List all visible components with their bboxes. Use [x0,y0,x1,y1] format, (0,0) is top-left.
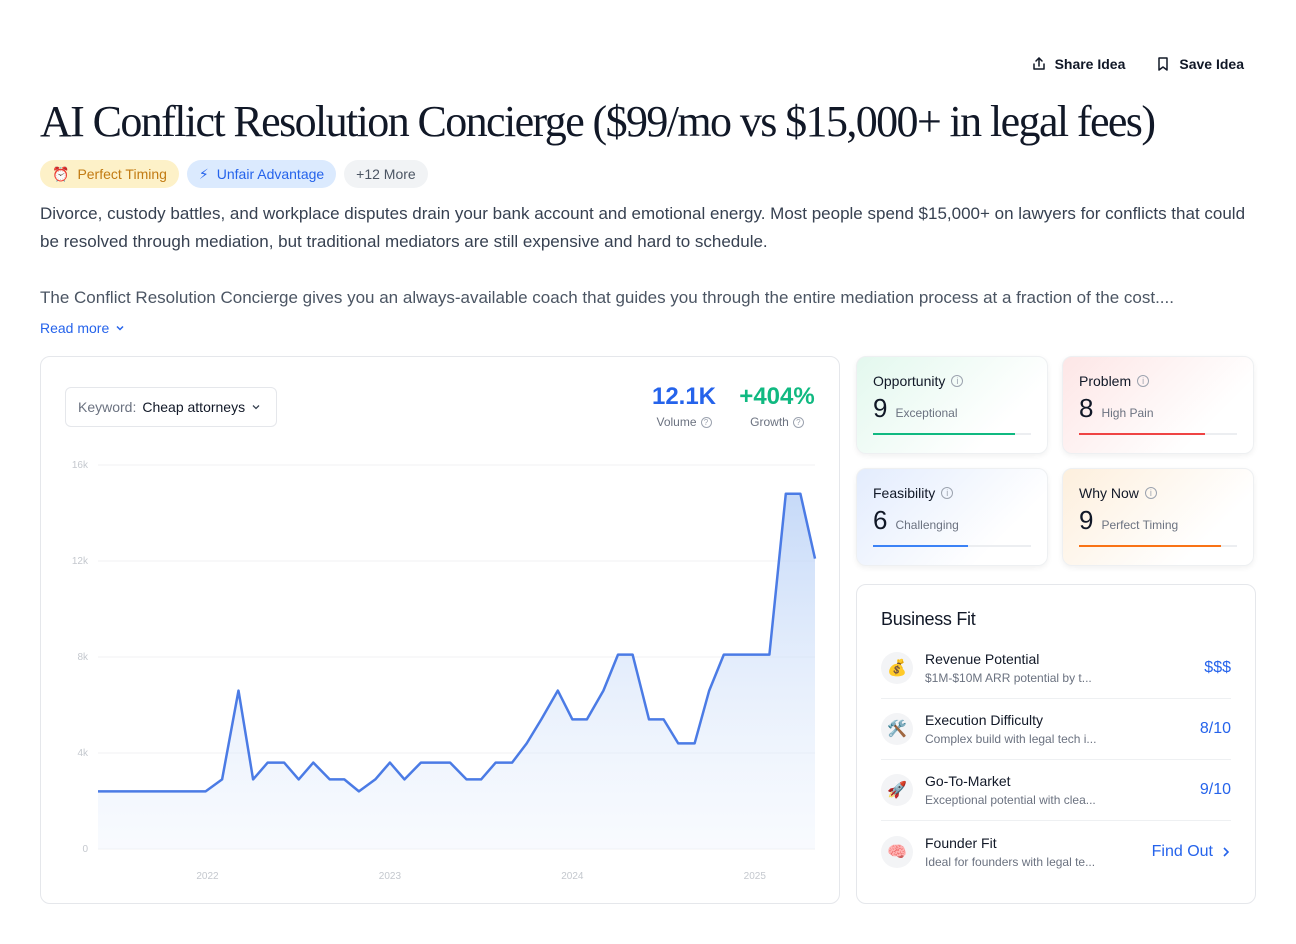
business-fit-card: Business Fit 💰 Revenue Potential $1M-$10… [856,584,1256,904]
x-tick-label: 2024 [561,871,584,882]
score-card-problem[interactable]: Problem i 8 High Pain [1062,356,1254,454]
brain-icon: 🧠 [881,835,913,868]
score-desc: Exceptional [895,406,958,420]
save-idea-label: Save Idea [1179,56,1244,72]
row-value-text: Find Out [1151,842,1213,860]
chevron-down-icon [116,325,124,331]
money-bag-icon: 💰 [881,652,913,684]
tools-icon: 🛠️ [881,713,913,745]
business-fit-row-gtm[interactable]: 🚀 Go-To-Market Exceptional potential wit… [881,760,1231,821]
trend-chart-card: Keyword: Cheap attorneys 12.1K Volume? +… [40,356,840,904]
badge-more[interactable]: +12 More [344,160,428,188]
y-tick-label: 0 [82,844,88,855]
score-label: Opportunity [873,373,946,389]
badge-unfair-advantage[interactable]: ⚡ Unfair Advantage [186,160,337,188]
read-more-link[interactable]: Read more [40,320,125,336]
page-title: AI Conflict Resolution Concierge ($99/mo… [40,97,1156,146]
row-title: Go-To-Market [925,773,1011,789]
trend-area [98,493,815,849]
x-tick-label: 2022 [196,871,219,882]
description-paragraph-1: Divorce, custody battles, and workplace … [40,204,1246,251]
score-label: Problem [1079,373,1132,389]
score-card-feasibility[interactable]: Feasibility i 6 Challenging [856,468,1048,566]
score-bar [873,433,1016,435]
save-idea-button[interactable]: Save Idea [1155,56,1244,72]
row-value-text: $$$ [1204,659,1231,676]
find-out-link[interactable]: Find Out [1152,843,1231,861]
share-icon [1032,57,1045,70]
row-title: Execution Difficulty [925,712,1044,728]
badge-perfect-timing[interactable]: ⏰ Perfect Timing [40,160,179,188]
badge-label: Perfect Timing [77,166,167,182]
info-icon[interactable]: i [1137,375,1150,387]
score-track [873,433,1031,435]
chevron-right-icon [1223,846,1230,857]
y-tick-label: 8k [77,652,89,663]
score-card-opportunity[interactable]: Opportunity i 9 Exceptional [856,356,1048,454]
row-title: Revenue Potential [925,651,1040,667]
score-desc: Perfect Timing [1101,518,1179,532]
score-track [1079,545,1237,547]
row-desc: Exceptional potential with clea... [925,793,1096,807]
score-bar [873,545,968,547]
score-track [873,545,1031,547]
info-icon[interactable]: i [1144,487,1157,499]
score-value: 8 [1079,393,1094,423]
bookmark-icon [1158,57,1169,71]
y-tick-label: 16k [72,460,89,471]
badge-label: Unfair Advantage [216,166,325,182]
score-desc: Challenging [895,518,959,532]
score-value: 9 [1079,505,1094,535]
score-desc: High Pain [1101,406,1154,420]
score-value: 9 [873,393,888,423]
business-fit-row-founder[interactable]: 🧠 Founder Fit Ideal for founders with le… [881,821,1231,882]
info-icon[interactable]: i [951,375,964,387]
score-track [1079,433,1237,435]
x-tick-label: 2025 [744,871,767,882]
row-desc: $1M-$10M ARR potential by t... [925,671,1092,685]
score-label: Why Now [1079,485,1139,501]
score-bar [1079,433,1206,435]
lightning-icon: ⚡ [198,165,209,182]
row-value: 8/10 [1200,720,1231,738]
share-idea-button[interactable]: Share Idea [1031,56,1126,72]
y-tick-label: 4k [77,748,89,759]
row-title: Founder Fit [925,834,997,851]
badge-row: ⏰ Perfect Timing ⚡ Unfair Advantage +12 … [40,160,428,188]
badge-label: +12 More [356,166,416,182]
business-fit-row-execution[interactable]: 🛠️ Execution Difficulty Complex build wi… [881,699,1231,760]
row-value-text: 9/10 [1199,781,1231,798]
score-bar [1079,545,1222,547]
read-more-label: Read more [40,320,110,336]
top-actions: Share Idea Save Idea [1031,56,1244,72]
score-card-why-now[interactable]: Why Now i 9 Perfect Timing [1062,468,1254,566]
business-fit-title: Business Fit [881,609,976,629]
rocket-icon: 🚀 [881,774,913,806]
row-value: $$$ [1204,659,1231,677]
trend-chart: 16k 12k 8k 4k 0 2022 2023 2024 2025 [72,460,817,882]
business-fit-row-revenue[interactable]: 💰 Revenue Potential $1M-$10M ARR potenti… [881,638,1231,699]
row-desc: Complex build with legal tech i... [925,732,1097,746]
row-value: 9/10 [1200,781,1231,799]
y-tick-label: 12k [72,556,89,567]
share-idea-label: Share Idea [1054,56,1126,72]
description: Divorce, custody battles, and workplace … [40,200,1256,340]
score-label: Feasibility [873,485,936,501]
alarm-clock-icon: ⏰ [52,165,70,182]
info-icon[interactable]: i [941,487,954,499]
x-tick-label: 2023 [379,871,402,882]
row-desc: Ideal for founders with legal te... [925,854,1096,869]
score-value: 6 [873,505,888,535]
row-value-text: 8/10 [1199,720,1231,737]
description-paragraph-2: The Conflict Resolution Concierge gives … [40,288,1174,307]
